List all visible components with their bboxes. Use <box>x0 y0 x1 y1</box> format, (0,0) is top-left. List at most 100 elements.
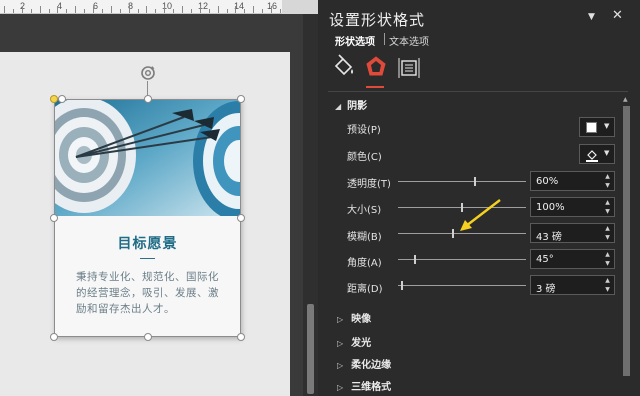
ruler-tick <box>262 9 264 13</box>
blur-slider-knob[interactable] <box>452 229 454 238</box>
ruler-tick <box>93 6 94 13</box>
spin-down-icon[interactable]: ▼ <box>603 182 612 190</box>
ruler-tick <box>57 6 59 13</box>
transparency-value: 60% <box>536 176 559 187</box>
spin-up-icon[interactable]: ▲ <box>603 199 612 207</box>
vertical-scrollbar[interactable] <box>303 14 318 396</box>
section-3d-format[interactable]: ▷ 三维格式 <box>337 378 391 393</box>
pane-scrollbar[interactable]: ▲ <box>621 96 632 396</box>
distance-input[interactable]: 3 磅 ▲ ▼ <box>530 275 615 295</box>
spin-up-icon[interactable]: ▲ <box>603 277 612 285</box>
ruler-tick <box>110 6 112 13</box>
ruler-tick <box>4 6 5 13</box>
distance-slider[interactable] <box>398 281 526 290</box>
ruler-tick <box>182 6 183 13</box>
active-category-indicator <box>366 86 384 88</box>
preset-dropdown[interactable]: ▼ <box>579 117 615 137</box>
resize-handle-bottom[interactable] <box>144 333 152 341</box>
size-slider-knob[interactable] <box>461 203 463 212</box>
ruler-number: 16 <box>267 1 278 11</box>
chevron-down-icon: ▼ <box>604 122 610 130</box>
tab-separator <box>384 33 385 45</box>
distance-value: 3 磅 <box>536 284 556 295</box>
resize-handle-right[interactable] <box>237 214 245 222</box>
ruler-tick <box>155 9 157 13</box>
angle-slider-knob[interactable] <box>414 255 416 264</box>
size-slider[interactable] <box>398 203 526 212</box>
effects-icon[interactable] <box>363 54 389 84</box>
section-label: 三维格式 <box>351 382 392 393</box>
tab-shape-options[interactable]: 形状选项 <box>335 33 375 48</box>
pane-options-icon[interactable]: ▼ <box>588 12 595 22</box>
section-reflection[interactable]: ▷ 映像 <box>337 310 371 325</box>
spin-down-icon[interactable]: ▼ <box>603 234 612 242</box>
card-shape[interactable]: 目标愿景 秉持专业化、规范化、国际化的经营理念，吸引、发展、激励和留存杰出人才。 <box>54 99 241 337</box>
ruler-tick <box>208 9 210 13</box>
pane-scroll-thumb[interactable] <box>623 106 630 376</box>
ruler-tick <box>217 6 219 13</box>
blur-value: 43 磅 <box>536 232 562 243</box>
size-value: 100% <box>536 202 565 213</box>
section-label: 发光 <box>351 338 372 349</box>
resize-handle-top[interactable] <box>144 95 152 103</box>
resize-handle-top-right[interactable] <box>237 95 245 103</box>
ruler-tick <box>190 9 192 13</box>
spin-down-icon[interactable]: ▼ <box>603 260 612 268</box>
ruler-margin <box>282 0 318 14</box>
ruler-tick <box>226 9 228 13</box>
color-dropdown[interactable]: ▼ <box>579 144 615 164</box>
distance-slider-knob[interactable] <box>401 281 403 290</box>
size-input[interactable]: 100% ▲ ▼ <box>530 197 615 217</box>
transparency-label: 透明度(T) <box>347 179 391 190</box>
spin-up-icon[interactable]: ▲ <box>603 173 612 181</box>
ruler-tick <box>12 9 14 13</box>
spin-down-icon[interactable]: ▼ <box>603 286 612 294</box>
section-shadow-header[interactable]: ◢ 阴影 <box>335 97 367 112</box>
slide-editor: 2 4 6 8 10 12 14 16 <box>0 0 353 396</box>
resize-handle-left[interactable] <box>50 214 58 222</box>
angle-label: 角度(A) <box>347 258 382 269</box>
ruler-tick <box>279 9 281 13</box>
spin-down-icon[interactable]: ▼ <box>603 208 612 216</box>
tab-text-options[interactable]: 文本选项 <box>389 33 429 48</box>
scroll-thumb[interactable] <box>307 304 314 394</box>
ruler-tick <box>244 9 246 13</box>
spin-up-icon[interactable]: ▲ <box>603 225 612 233</box>
ruler-tick <box>164 6 166 13</box>
ruler-tick <box>21 6 23 13</box>
ruler-tick <box>271 6 272 13</box>
resize-handle-bottom-left[interactable] <box>50 333 58 341</box>
transparency-input[interactable]: 60% ▲ ▼ <box>530 171 615 191</box>
preset-label: 预设(P) <box>347 125 381 136</box>
ruler-tick <box>146 6 148 13</box>
divider <box>140 258 155 259</box>
resize-handle-bottom-right[interactable] <box>237 333 245 341</box>
angle-slider[interactable] <box>398 255 526 264</box>
section-label: 柔化边缘 <box>351 360 392 371</box>
ruler-tick <box>253 6 255 13</box>
section-glow[interactable]: ▷ 发光 <box>337 334 371 349</box>
chevron-down-icon: ▼ <box>604 149 610 157</box>
ruler-tick <box>128 6 130 13</box>
blur-input[interactable]: 43 磅 ▲ ▼ <box>530 223 615 243</box>
spin-up-icon[interactable]: ▲ <box>603 251 612 259</box>
size-properties-icon[interactable] <box>396 54 422 84</box>
fill-line-icon[interactable] <box>331 54 357 84</box>
rotate-handle-icon[interactable] <box>139 64 157 82</box>
horizontal-ruler: 2 4 6 8 10 12 14 16 <box>0 0 353 14</box>
close-icon[interactable]: ✕ <box>612 8 623 23</box>
transparency-slider[interactable] <box>398 177 526 186</box>
angle-input[interactable]: 45° ▲ ▼ <box>530 249 615 269</box>
blur-slider[interactable] <box>398 229 526 238</box>
ruler-tick <box>66 9 68 13</box>
resize-handle-top-left[interactable] <box>58 95 66 103</box>
scroll-up-icon[interactable]: ▲ <box>623 96 628 103</box>
ruler-tick <box>101 9 103 13</box>
transparency-slider-knob[interactable] <box>474 177 476 186</box>
ruler-tick <box>173 9 175 13</box>
section-soft-edges[interactable]: ▷ 柔化边缘 <box>337 356 391 371</box>
section-shadow-label: 阴影 <box>347 101 368 112</box>
angle-value: 45° <box>536 254 554 265</box>
pane-title: 设置形状格式 <box>329 11 426 29</box>
adjust-handle[interactable] <box>50 95 58 103</box>
